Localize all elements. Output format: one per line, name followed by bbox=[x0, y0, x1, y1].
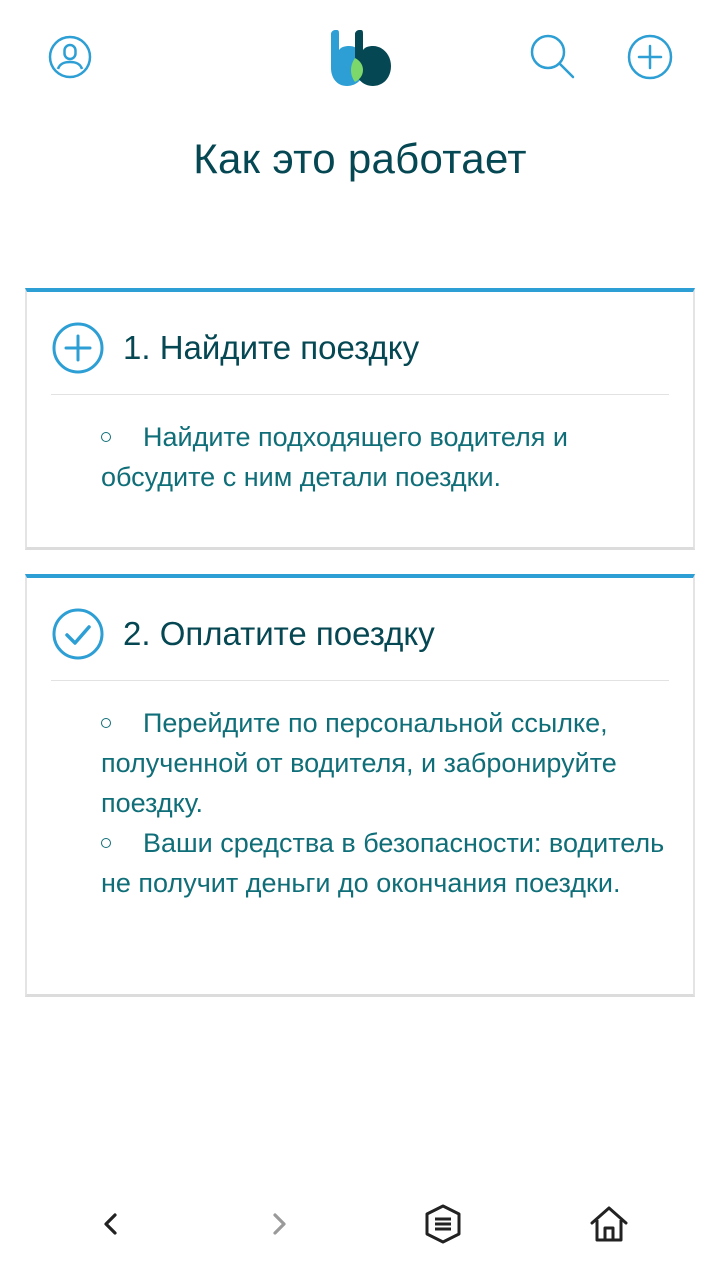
plus-circle-icon bbox=[52, 322, 104, 374]
browser-nav-bar bbox=[0, 1175, 720, 1275]
add-ride-button[interactable] bbox=[626, 33, 674, 81]
step-card-2: 2. Оплатите поездку Перейдите по персона… bbox=[25, 574, 695, 997]
plus-circle-icon bbox=[627, 34, 673, 80]
divider bbox=[51, 680, 669, 681]
list-item: Перейдите по персональной ссылке, получе… bbox=[101, 703, 675, 823]
menu-icon bbox=[425, 1204, 461, 1244]
chevron-right-icon bbox=[273, 1213, 286, 1235]
profile-button[interactable] bbox=[46, 33, 94, 81]
bullet-text: Найдите подходящего водителя и обсудите … bbox=[101, 422, 568, 492]
logo-mark bbox=[331, 30, 391, 86]
bullet-icon bbox=[101, 432, 111, 442]
step-card-header[interactable]: 2. Оплатите поездку bbox=[51, 606, 435, 662]
step-card-header[interactable]: 1. Найдите поездку bbox=[51, 320, 419, 376]
chevron-left-icon bbox=[104, 1213, 117, 1235]
divider bbox=[51, 394, 669, 395]
bullet-text: Ваши средства в безопасности: водитель н… bbox=[101, 828, 665, 898]
blablacar-logo[interactable] bbox=[324, 28, 396, 88]
forward-button[interactable] bbox=[254, 1199, 304, 1249]
step-title: 2. Оплатите поездку bbox=[123, 615, 435, 652]
check-circle-icon bbox=[52, 608, 104, 660]
search-icon bbox=[530, 34, 575, 79]
list-item: Ваши средства в безопасности: водитель н… bbox=[101, 823, 675, 903]
bullet-icon bbox=[101, 718, 111, 728]
top-bar bbox=[0, 0, 720, 115]
back-button[interactable] bbox=[86, 1199, 136, 1249]
search-button[interactable] bbox=[528, 32, 576, 80]
home-icon bbox=[590, 1206, 628, 1242]
list-item: Найдите подходящего водителя и обсудите … bbox=[101, 417, 675, 497]
bullet-text: Перейдите по персональной ссылке, получе… bbox=[101, 708, 617, 818]
step-title: 1. Найдите поездку bbox=[123, 329, 420, 366]
step-card-1: 1. Найдите поездку Найдите подходящего в… bbox=[25, 288, 695, 550]
bullet-icon bbox=[101, 838, 111, 848]
step-body: Найдите подходящего водителя и обсудите … bbox=[101, 417, 675, 497]
user-circle-icon bbox=[48, 35, 92, 79]
step-body: Перейдите по персональной ссылке, получе… bbox=[101, 703, 675, 903]
page-title: Как это работает bbox=[193, 135, 527, 182]
menu-button[interactable] bbox=[418, 1199, 468, 1249]
home-button[interactable] bbox=[584, 1199, 634, 1249]
